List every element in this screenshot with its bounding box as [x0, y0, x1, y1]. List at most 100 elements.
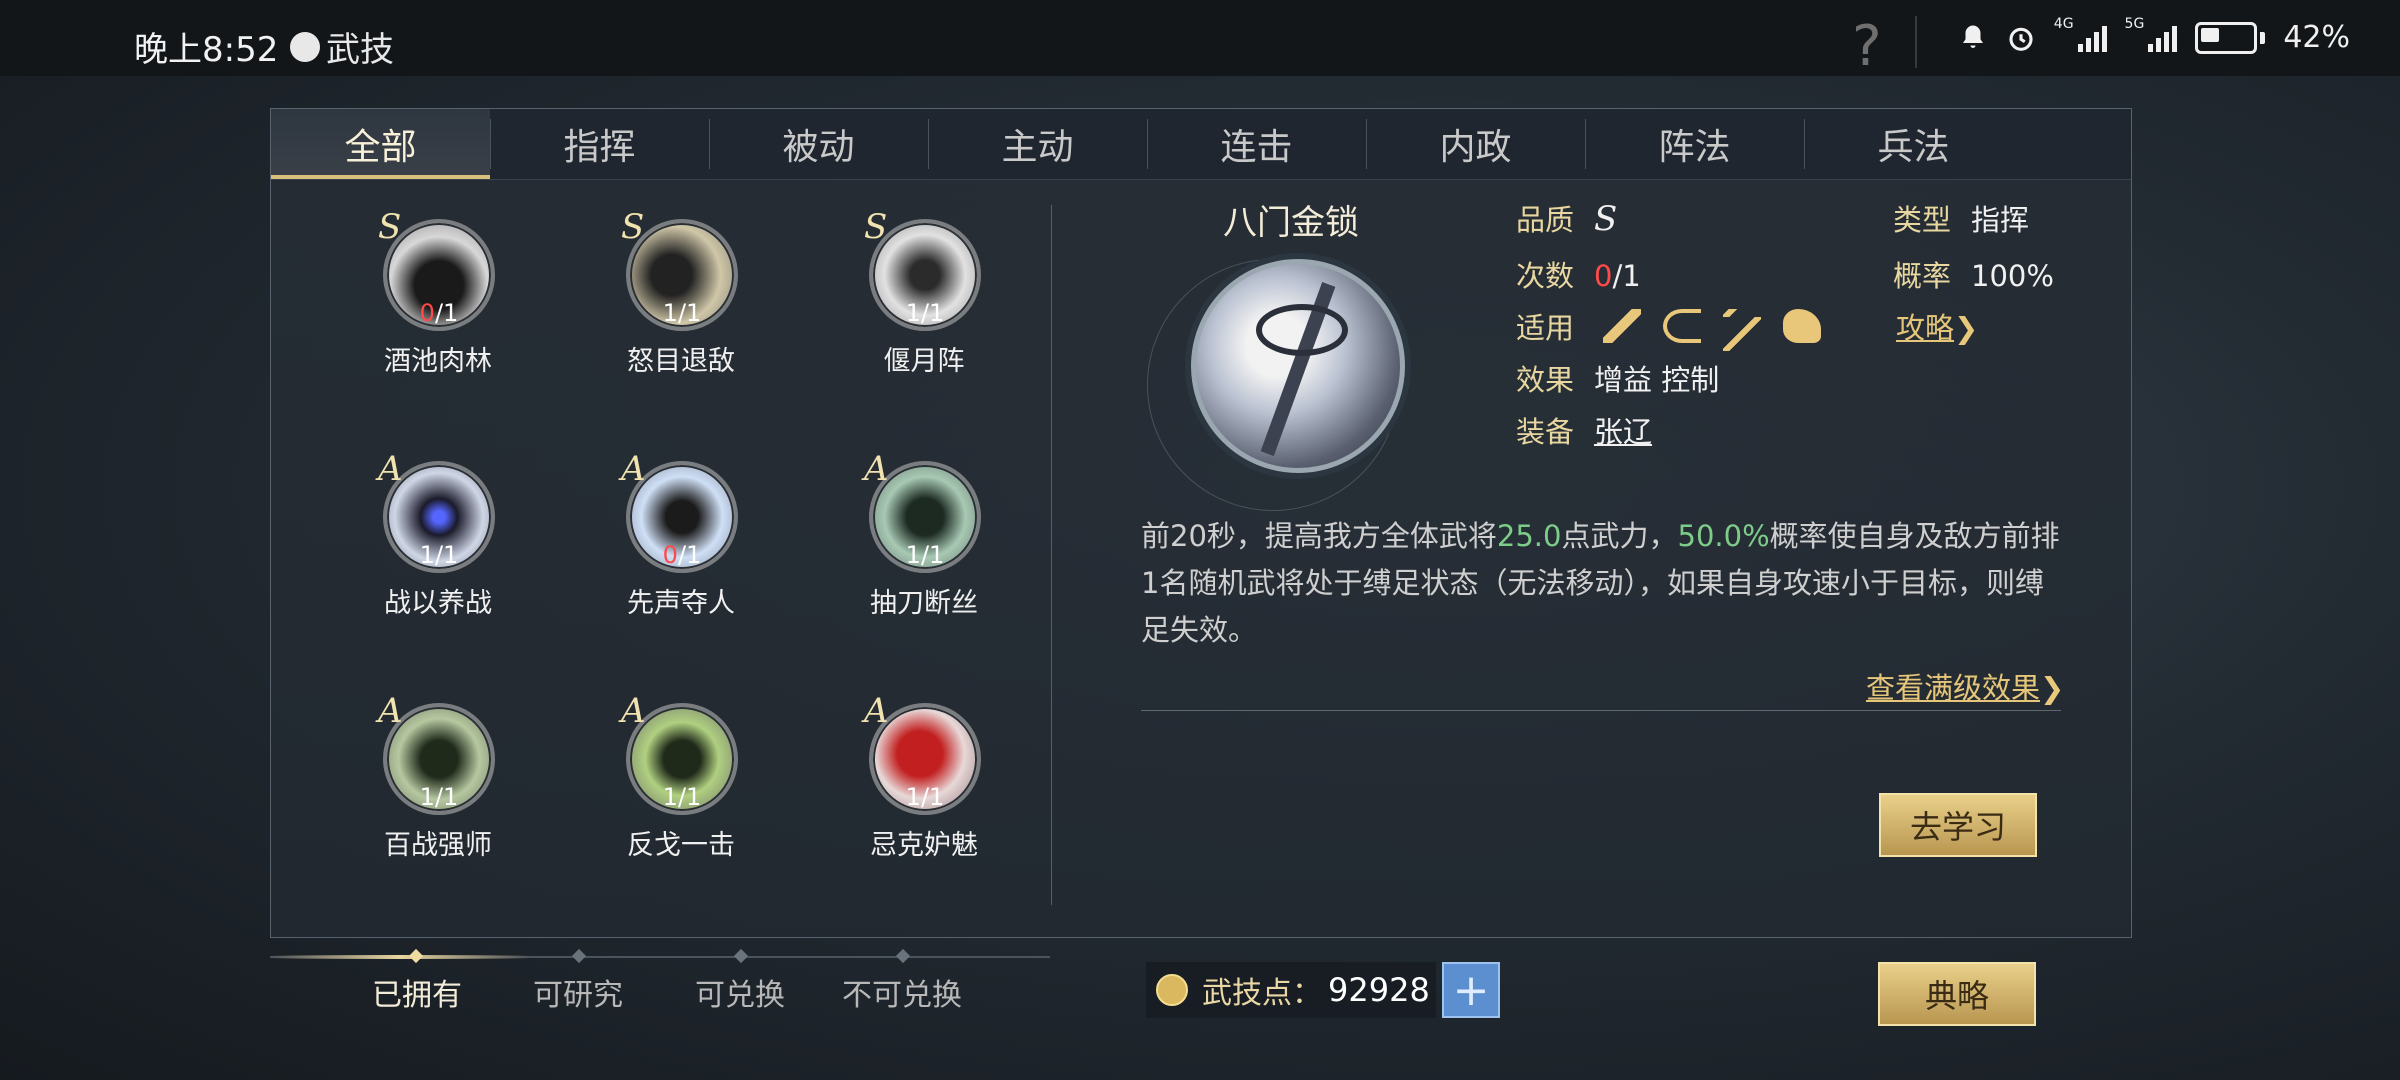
detail-divider	[1141, 710, 2061, 711]
skill-name: 反戈一击	[627, 830, 735, 861]
skill-count: 0/1	[662, 541, 702, 569]
add-points-button[interactable]: +	[1442, 962, 1500, 1018]
tab-internal[interactable]: 内政	[1366, 109, 1585, 179]
quality-value: S	[1594, 199, 1618, 239]
skill-count: 0/1	[419, 299, 459, 327]
prob-attr: 概率 100%	[1893, 253, 2054, 295]
skill-card[interactable]: A 1/1 忌克妒魅	[834, 691, 1014, 893]
skill-grade: A	[378, 449, 403, 489]
apply-icons	[1603, 309, 1822, 351]
tab-formation[interactable]: 阵法	[1585, 109, 1804, 179]
skill-point-coin-icon	[1156, 974, 1188, 1006]
skill-card[interactable]: A 1/1 反戈一击	[591, 691, 771, 893]
skill-grade: A	[621, 449, 646, 489]
skills-panel: 全部 指挥 被动 主动 连击 内政 阵法 兵法 S 0/1 酒池肉林 S 1/1…	[270, 108, 2132, 938]
skill-grade: S	[378, 207, 402, 247]
filter-researchable[interactable]: 可研究	[533, 970, 623, 1014]
skill-card[interactable]: A 1/1 抽刀断丝	[834, 449, 1014, 651]
filter-marker	[895, 948, 911, 964]
type-value: 指挥	[1971, 203, 2030, 237]
skill-count: 1/1	[905, 783, 945, 811]
battery-cap	[2260, 31, 2266, 44]
full-effect-link[interactable]: 查看满级效果❯	[1866, 665, 2064, 707]
battery-percent: 42%	[2283, 20, 2350, 55]
signal-icon-2	[2148, 24, 2178, 52]
network-5g-label: 5G	[2124, 15, 2145, 32]
skill-name: 先声夺人	[627, 588, 735, 619]
skill-points-value: 92928	[1328, 971, 1430, 1009]
chain-lock-skill-icon	[1191, 259, 1405, 473]
bell-icon	[1962, 25, 1983, 48]
skill-card[interactable]: A 1/1 战以养战	[348, 449, 528, 651]
prob-value: 100%	[1971, 259, 2054, 293]
quality-label: 品质	[1516, 203, 1575, 237]
tab-command[interactable]: 指挥	[490, 109, 709, 179]
tab-tactics[interactable]: 兵法	[1804, 109, 2023, 179]
skill-count: 1/1	[662, 299, 702, 327]
times-have: 0	[1594, 259, 1613, 293]
chevron-right-icon: ❯	[2040, 671, 2065, 705]
prob-label: 概率	[1893, 259, 1952, 293]
status-icons: 4G 5G 42%	[1958, 16, 2350, 55]
panel-divider	[1051, 205, 1052, 905]
filter-owned[interactable]: 已拥有	[372, 970, 462, 1014]
horse-icon	[1783, 309, 1822, 343]
skill-name: 百战强师	[384, 830, 492, 861]
times-total: /1	[1612, 259, 1641, 293]
skill-grade: A	[864, 449, 889, 489]
tab-active[interactable]: 主动	[928, 109, 1147, 179]
filter-marker	[571, 948, 587, 964]
skill-points: 武技点： 92928	[1146, 962, 1436, 1018]
tab-combo[interactable]: 连击	[1147, 109, 1366, 179]
type-label: 类型	[1893, 203, 1952, 237]
learn-button[interactable]: 去学习	[1879, 793, 2037, 857]
status-time: 晚上8:52	[134, 30, 279, 70]
spear-icon	[1723, 309, 1762, 351]
filter-not-exchangeable[interactable]: 不可兑换	[842, 970, 962, 1014]
skill-card[interactable]: A 0/1 先声夺人	[591, 449, 771, 651]
signal-icon	[2077, 24, 2107, 52]
help-icon[interactable]: ?	[1852, 14, 1882, 79]
tab-passive[interactable]: 被动	[709, 109, 928, 179]
skill-card[interactable]: S 1/1 怒目退敌	[591, 207, 771, 409]
status-divider	[1915, 16, 1917, 68]
status-bar: 晚上8:52 武技 ? 4G 5G 42%	[0, 0, 2400, 79]
effect-label: 效果	[1516, 363, 1575, 397]
skill-card[interactable]: A 1/1 百战强师	[348, 691, 528, 893]
tab-all[interactable]: 全部	[271, 109, 490, 179]
skill-card[interactable]: S 0/1 酒池肉林	[348, 207, 528, 409]
status-app-label: 武技	[326, 30, 394, 70]
skill-grade: A	[864, 691, 889, 731]
skill-name: 抽刀断丝	[870, 588, 978, 619]
alarm-icon	[2009, 27, 2033, 51]
skill-name: 战以养战	[384, 588, 492, 619]
filter-exchangeable[interactable]: 可兑换	[695, 970, 785, 1014]
skill-count: 1/1	[662, 783, 702, 811]
status-app-indicator: 武技	[290, 22, 394, 71]
skill-name: 偃月阵	[883, 346, 965, 377]
equip-attr: 装备 张辽	[1516, 409, 1652, 451]
filter-line	[270, 955, 1050, 959]
skill-count: 1/1	[905, 541, 945, 569]
skill-name: 酒池肉林	[384, 346, 492, 377]
skill-count: 1/1	[419, 541, 459, 569]
sword-icon	[1603, 309, 1642, 343]
skill-card[interactable]: S 1/1 偃月阵	[834, 207, 1014, 409]
quality-attr: 品质 S	[1516, 197, 1617, 239]
skill-grade: S	[864, 207, 888, 247]
chevron-right-icon: ❯	[1954, 311, 1979, 345]
apply-attr: 适用	[1516, 305, 1822, 351]
equip-label: 装备	[1516, 415, 1575, 449]
type-attr: 类型 指挥	[1893, 197, 2029, 239]
skill-description: 前20秒，提高我方全体武将25.0点武力，50.0%概率使自身及敌方前排1名随机…	[1141, 519, 2060, 647]
guide-book-button[interactable]: 典略	[1878, 962, 2036, 1026]
guide-link[interactable]: 攻略❯	[1896, 305, 1978, 347]
guide-link-label[interactable]: 攻略	[1896, 311, 1954, 345]
network-4g-label: 4G	[2053, 15, 2074, 32]
category-tabs: 全部 指挥 被动 主动 连击 内政 阵法 兵法	[271, 109, 2131, 180]
apply-label: 适用	[1516, 311, 1575, 345]
filter-marker	[733, 948, 749, 964]
app-icon	[290, 31, 320, 62]
equip-general-link[interactable]: 张辽	[1594, 415, 1652, 449]
times-label: 次数	[1516, 259, 1575, 293]
